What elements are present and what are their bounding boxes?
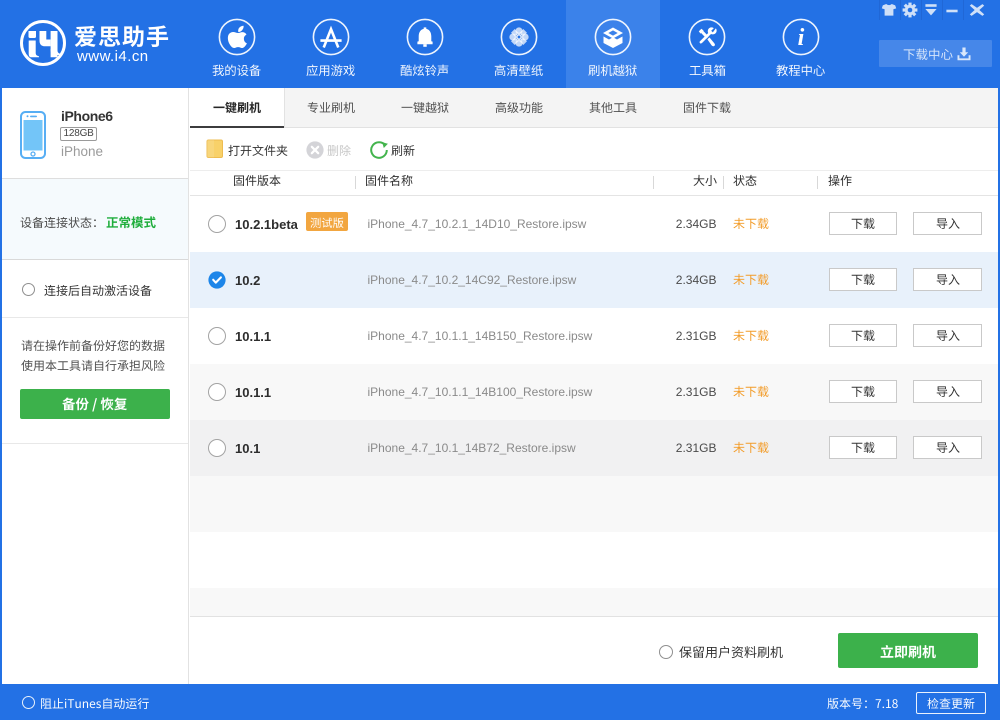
svg-text:i: i (798, 25, 805, 51)
